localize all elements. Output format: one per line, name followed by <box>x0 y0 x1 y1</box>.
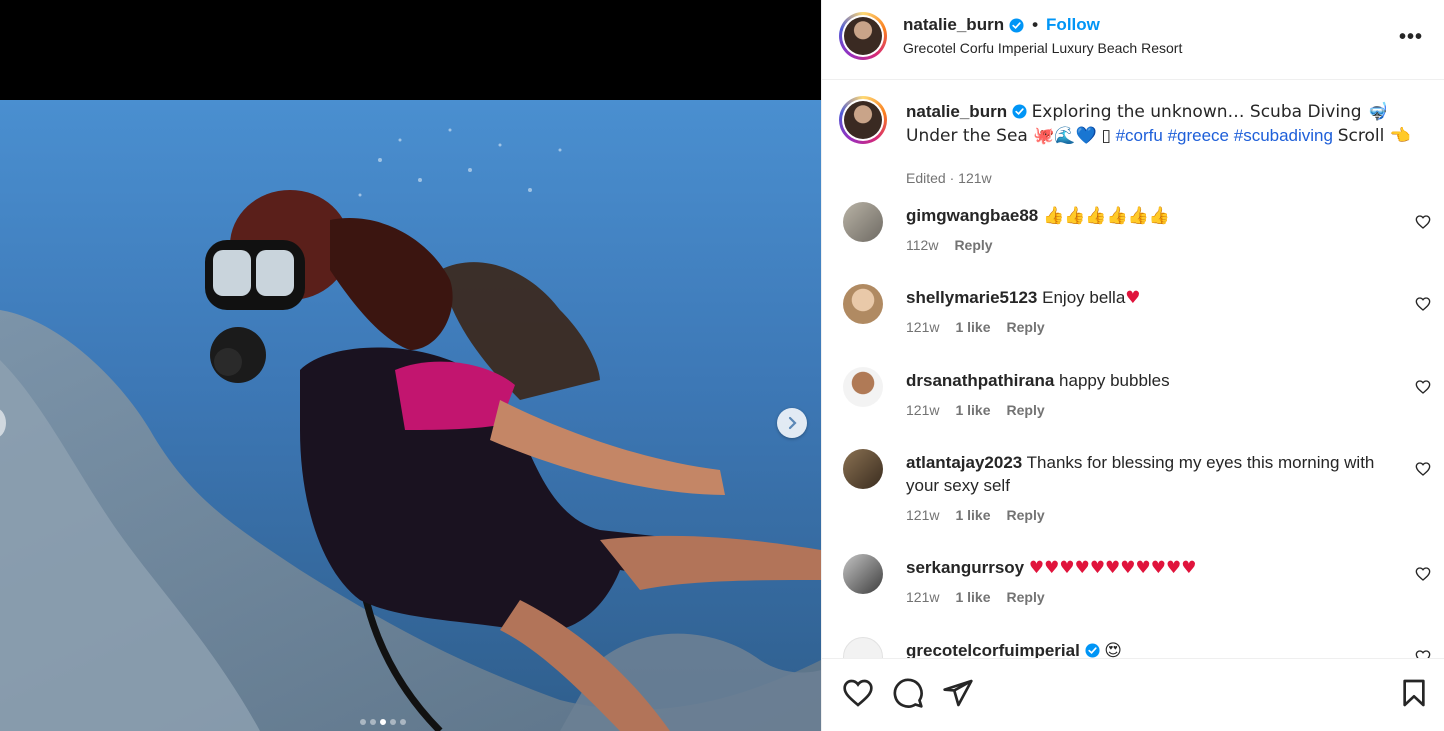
commenter-avatar[interactable] <box>843 284 883 324</box>
carousel-dot-active <box>380 719 386 725</box>
like-heart-icon[interactable] <box>842 677 874 709</box>
author-line: natalie_burn • Follow <box>903 15 1100 35</box>
hashtag-scubadiving[interactable]: #scubadiving <box>1234 126 1333 145</box>
carousel-dot <box>360 719 366 725</box>
comment-time[interactable]: 121w <box>906 507 939 523</box>
post-details-panel: natalie_burn • Follow Grecotel Corfu Imp… <box>821 0 1444 731</box>
carousel-dot <box>400 719 406 725</box>
comment-text: shellymarie5123 Enjoy bella♥ <box>906 286 1386 310</box>
caption-author-avatar[interactable] <box>839 96 887 144</box>
meta-dot: · <box>949 170 955 186</box>
carousel-dot <box>390 719 396 725</box>
next-photo-button[interactable] <box>777 408 807 438</box>
more-options-icon[interactable]: ••• <box>1399 26 1423 49</box>
verified-badge-icon <box>1012 104 1027 119</box>
caption-time[interactable]: 121w <box>958 170 991 186</box>
comment-text: grecotelcorfuimperial 😍 <box>906 639 1386 658</box>
scuba-diving-photo[interactable] <box>0 100 821 731</box>
underwater-scene-illustration <box>0 100 821 731</box>
carousel-indicator <box>360 719 406 725</box>
verified-badge-icon <box>1085 643 1100 658</box>
caption-username[interactable]: natalie_burn <box>906 102 1007 121</box>
separator-dot: • <box>1032 15 1039 34</box>
post-media <box>0 0 821 731</box>
comment-body: 👍👍👍👍👍👍 <box>1043 206 1171 226</box>
post-header: natalie_burn • Follow Grecotel Corfu Imp… <box>822 0 1444 80</box>
author-username[interactable]: natalie_burn <box>903 15 1004 35</box>
hashtag-corfu[interactable]: #corfu <box>1116 126 1163 145</box>
follow-button[interactable]: Follow <box>1046 15 1100 35</box>
comment-likes[interactable]: 1 like <box>955 402 990 418</box>
save-bookmark-icon[interactable] <box>1398 677 1430 709</box>
comment-body: 😍 <box>1104 641 1123 658</box>
comment-meta: 121w 1 like Reply <box>906 402 1045 418</box>
like-comment-heart-icon[interactable] <box>1415 566 1431 582</box>
commenter-avatar[interactable] <box>843 367 883 407</box>
comments-list[interactable]: natalie_burn Exploring the unknown… Scub… <box>822 80 1444 658</box>
commenter-avatar[interactable] <box>843 449 883 489</box>
reply-button[interactable]: Reply <box>1007 589 1045 605</box>
comment-text: atlantajay2023 Thanks for blessing my ey… <box>906 451 1386 497</box>
reply-button[interactable]: Reply <box>1007 507 1045 523</box>
comment-likes[interactable]: 1 like <box>955 589 990 605</box>
comment-meta: 121w 1 like Reply <box>906 589 1045 605</box>
commenter-username[interactable]: shellymarie5123 <box>906 288 1037 307</box>
like-comment-heart-icon[interactable] <box>1415 649 1431 658</box>
chevron-right-icon <box>788 416 797 430</box>
commenter-avatar[interactable] <box>843 202 883 242</box>
comment-meta: 121w 1 like Reply <box>906 319 1045 335</box>
comment-body: happy bubbles <box>1059 371 1170 390</box>
commenter-avatar[interactable] <box>843 554 883 594</box>
comment-body: ♥♥♥♥♥♥♥♥♥♥♥ <box>1028 558 1197 578</box>
comment-time[interactable]: 112w <box>906 237 938 253</box>
comment-text: gimgwangbae88 👍👍👍👍👍👍 <box>906 204 1386 228</box>
commenter-username[interactable]: atlantajay2023 <box>906 453 1022 472</box>
post-actions-bar <box>822 658 1444 731</box>
reply-button[interactable]: Reply <box>1007 319 1045 335</box>
commenter-username[interactable]: gimgwangbae88 <box>906 206 1038 225</box>
comment-text: drsanathpathirana happy bubbles <box>906 369 1386 392</box>
author-avatar[interactable] <box>839 12 887 60</box>
comment-likes[interactable]: 1 like <box>955 507 990 523</box>
comment-meta: 112w Reply <box>906 237 993 253</box>
reply-button[interactable]: Reply <box>1007 402 1045 418</box>
edited-label: Edited <box>906 170 946 186</box>
commenter-avatar[interactable] <box>843 637 883 658</box>
like-comment-heart-icon[interactable] <box>1415 296 1431 312</box>
comment-body: Enjoy bella <box>1042 288 1126 307</box>
caption-scroll-text: Scroll 👈 <box>1337 126 1411 146</box>
caption-meta: Edited · 121w <box>906 170 992 186</box>
hashtag-greece[interactable]: #greece <box>1168 126 1229 145</box>
share-send-icon[interactable] <box>942 677 974 709</box>
like-comment-heart-icon[interactable] <box>1415 379 1431 395</box>
red-heart-emoji: ♥ <box>1125 288 1141 308</box>
reply-button[interactable]: Reply <box>954 237 992 253</box>
comment-time[interactable]: 121w <box>906 319 939 335</box>
comment-bubble-icon[interactable] <box>892 677 924 709</box>
like-comment-heart-icon[interactable] <box>1415 461 1431 477</box>
commenter-username[interactable]: drsanathpathirana <box>906 371 1054 390</box>
comment-time[interactable]: 121w <box>906 402 939 418</box>
carousel-dot <box>370 719 376 725</box>
verified-badge-icon <box>1009 17 1024 33</box>
comment-meta: 121w 1 like Reply <box>906 507 1045 523</box>
caption-text: natalie_burn Exploring the unknown… Scub… <box>906 100 1416 148</box>
commenter-username[interactable]: serkangurrsoy <box>906 558 1024 577</box>
comment-time[interactable]: 121w <box>906 589 939 605</box>
comment-likes[interactable]: 1 like <box>955 319 990 335</box>
comment-text: serkangurrsoy ♥♥♥♥♥♥♥♥♥♥♥ <box>906 556 1386 580</box>
post-location[interactable]: Grecotel Corfu Imperial Luxury Beach Res… <box>903 40 1182 56</box>
commenter-username[interactable]: grecotelcorfuimperial <box>906 641 1080 658</box>
unsupported-glyph: ▯ <box>1101 126 1111 146</box>
like-comment-heart-icon[interactable] <box>1415 214 1431 230</box>
